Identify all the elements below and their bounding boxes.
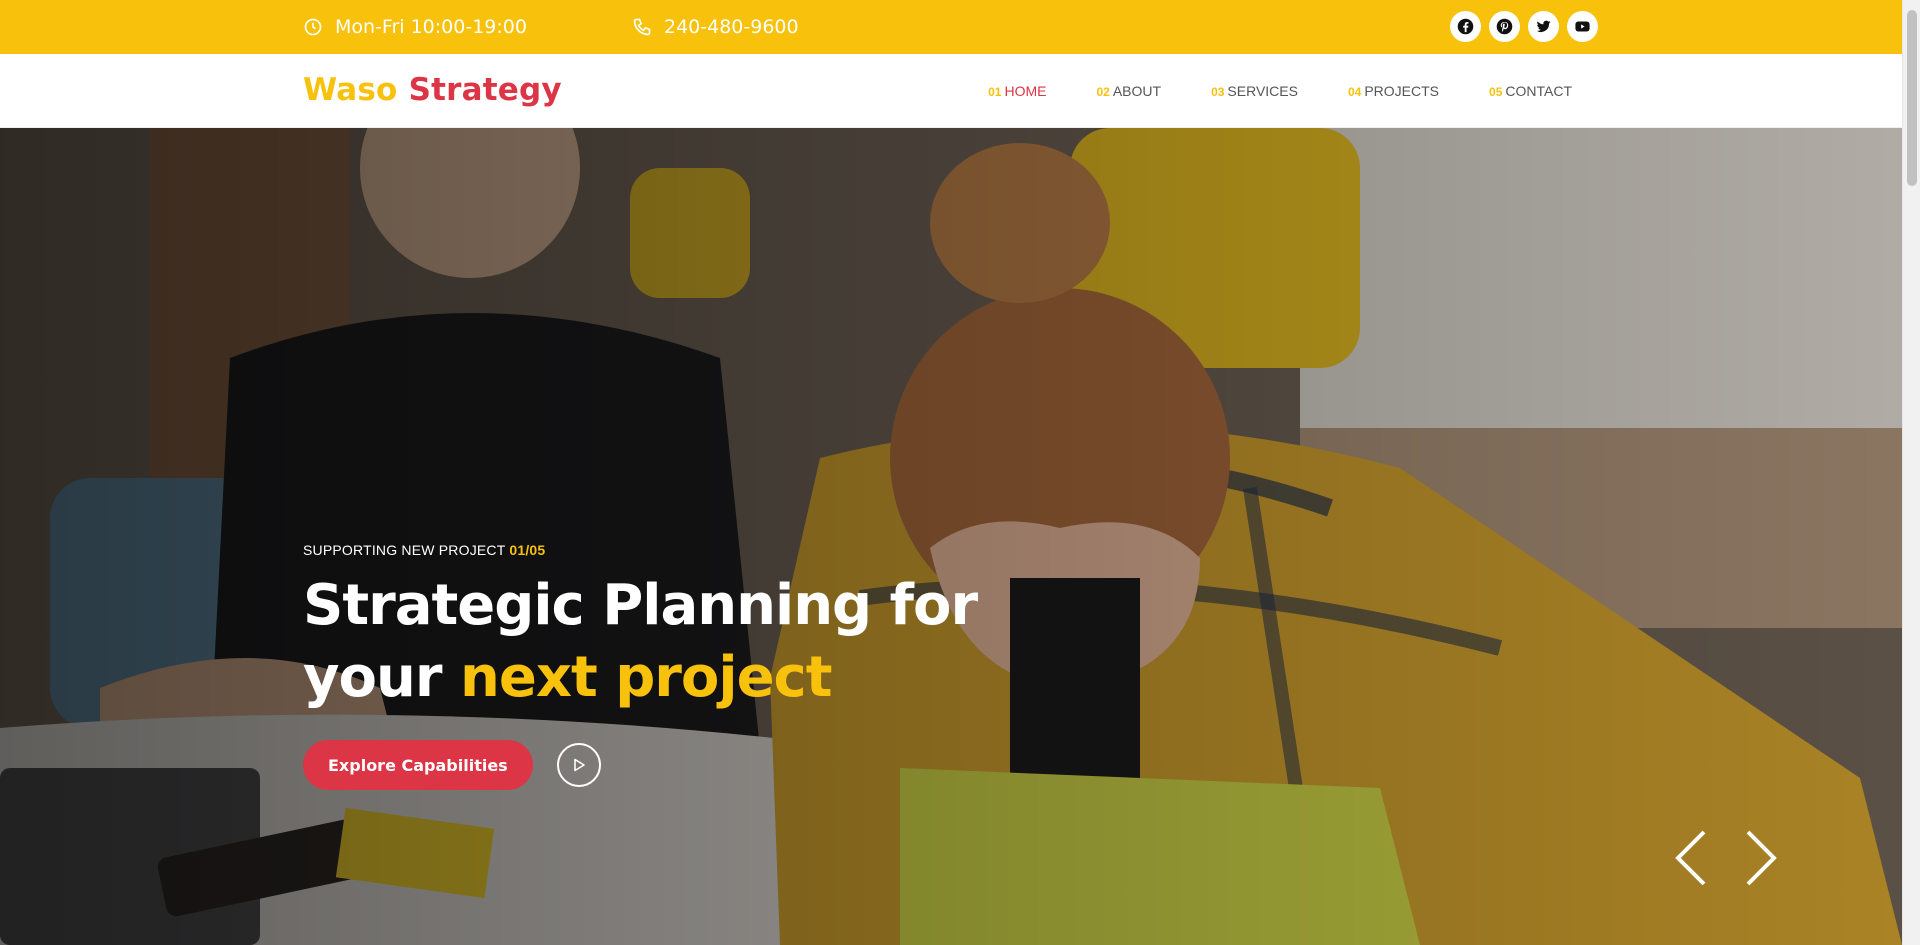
facebook-link[interactable]	[1450, 11, 1481, 42]
youtube-icon	[1575, 21, 1590, 32]
chevron-left-icon	[1675, 830, 1706, 886]
hero-eyebrow: SUPPORTING NEW PROJECT 01/05	[303, 542, 977, 558]
nav-item-label: ABOUT	[1112, 83, 1162, 99]
nav-item-label: HOME	[1004, 83, 1047, 99]
business-hours: Mon-Fri 10:00-19:00	[303, 0, 527, 54]
nav-item-label: SERVICES	[1227, 83, 1298, 99]
chevron-right-icon	[1746, 830, 1777, 886]
site-logo[interactable]: Waso Strategy	[303, 72, 562, 108]
nav-item-number: 01	[988, 85, 1002, 99]
headline-line1: Strategic Planning for	[303, 573, 978, 638]
slider-prev-button[interactable]	[1672, 828, 1712, 888]
phone-number-text: 240-480-9600	[664, 16, 799, 38]
site-header: Waso Strategy 01 HOME 02 ABOUT 03 SERVIC…	[0, 54, 1902, 128]
hero-actions: Explore Capabilities	[303, 740, 977, 790]
nav-item-projects[interactable]: 04 PROJECTS	[1348, 83, 1439, 99]
hero-content: SUPPORTING NEW PROJECT 01/05 Strategic P…	[303, 542, 978, 790]
clock-icon	[304, 18, 322, 36]
top-info-bar: Mon-Fri 10:00-19:00 240-480-9600	[0, 0, 1902, 54]
hero-headline: Strategic Planning for your next project	[303, 570, 978, 714]
hero-slider: SUPPORTING NEW PROJECT 01/05 Strategic P…	[0, 128, 1902, 945]
pinterest-icon	[1496, 18, 1513, 35]
slider-next-button[interactable]	[1740, 828, 1780, 888]
slide-counter: 01/05	[509, 542, 546, 558]
logo-text-secondary: Strategy	[408, 72, 562, 108]
facebook-icon	[1457, 18, 1474, 35]
nav-item-number: 02	[1096, 85, 1110, 99]
nav-item-services[interactable]: 03 SERVICES	[1211, 83, 1298, 99]
headline-line2-plain: your	[303, 645, 442, 710]
nav-item-label: CONTACT	[1505, 83, 1572, 99]
play-video-button[interactable]	[556, 743, 601, 787]
nav-item-number: 03	[1211, 85, 1225, 99]
scrollbar-thumb[interactable]	[1907, 10, 1917, 186]
nav-item-number: 05	[1489, 85, 1503, 99]
social-links	[1450, 11, 1598, 42]
hero-eyebrow-text: SUPPORTING NEW PROJECT	[303, 542, 506, 558]
main-nav: 01 HOME 02 ABOUT 03 SERVICES 04 PROJECTS…	[988, 54, 1572, 128]
twitter-link[interactable]	[1528, 11, 1559, 42]
hero-overlay	[0, 128, 1902, 945]
twitter-icon	[1536, 20, 1551, 33]
play-icon	[573, 758, 585, 772]
logo-text-primary: Waso	[303, 72, 398, 108]
nav-item-contact[interactable]: 05 CONTACT	[1489, 83, 1572, 99]
nav-item-home[interactable]: 01 HOME	[988, 83, 1046, 99]
nav-item-number: 04	[1347, 85, 1362, 99]
nav-item-about[interactable]: 02 ABOUT	[1096, 83, 1161, 99]
phone-icon	[633, 18, 651, 36]
explore-capabilities-button[interactable]: Explore Capabilities	[303, 740, 533, 790]
page-scrollbar[interactable]	[1902, 0, 1920, 945]
business-hours-text: Mon-Fri 10:00-19:00	[335, 16, 527, 38]
headline-line2-highlight: next project	[459, 645, 833, 710]
youtube-link[interactable]	[1567, 11, 1598, 42]
pinterest-link[interactable]	[1489, 11, 1520, 42]
phone-number[interactable]: 240-480-9600	[632, 0, 799, 54]
nav-item-label: PROJECTS	[1364, 83, 1440, 99]
